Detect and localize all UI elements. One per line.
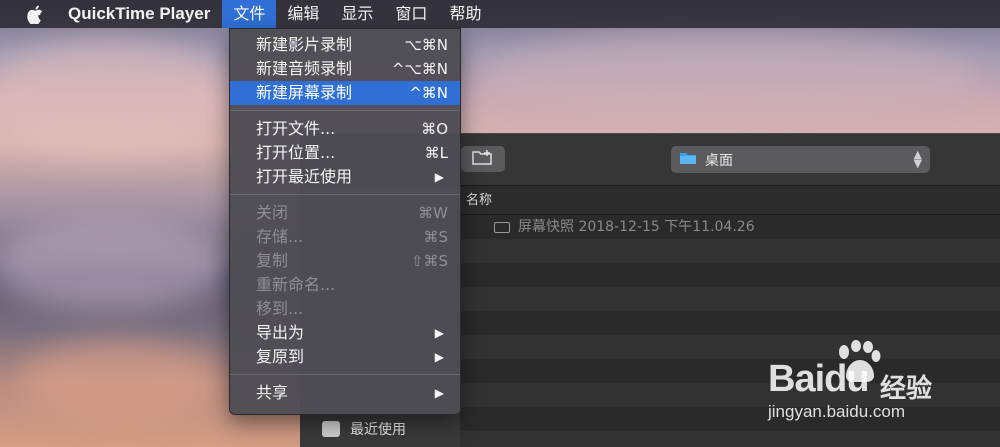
menu-item-new-audio-recording[interactable]: 新建音频录制 ^⌥⌘N	[230, 57, 460, 81]
shortcut: ⌘W	[418, 204, 448, 222]
app-name-menu[interactable]: QuickTime Player	[68, 4, 210, 24]
menu-item-save[interactable]: 存储... ⌘S	[230, 225, 460, 249]
watermark-logo: Baidu	[768, 358, 870, 400]
shortcut: ⌘S	[423, 228, 448, 246]
shortcut: ⇧⌘S	[410, 252, 448, 270]
menu-item-new-screen-recording[interactable]: 新建屏幕录制 ^⌘N	[230, 81, 460, 105]
location-label: 桌面	[705, 152, 733, 169]
menu-item-label: 移到...	[256, 299, 304, 318]
submenu-arrow-icon: ▶	[434, 386, 444, 400]
baidu-jingyan-watermark: Baidu 经验 jingyan.baidu.com	[760, 340, 1000, 440]
menu-item-label: 复原到	[256, 347, 305, 366]
menu-item-label: 共享	[256, 383, 289, 402]
empty-row	[460, 263, 1000, 287]
folder-icon	[679, 151, 697, 169]
menu-item-label: 打开文件...	[256, 119, 336, 138]
menu-window[interactable]: 窗口	[384, 0, 438, 28]
menu-file[interactable]: 文件	[222, 0, 277, 28]
sidebar-item-recent[interactable]: 最近使用	[322, 419, 406, 439]
menu-item-open-recent[interactable]: 打开最近使用 ▶	[230, 165, 460, 189]
menu-item-open-file[interactable]: 打开文件... ⌘O	[230, 117, 460, 141]
shortcut: ⌥⌘N	[404, 36, 448, 54]
menu-item-export-as[interactable]: 导出为 ▶	[230, 321, 460, 345]
sidebar-item-label: 最近使用	[350, 422, 406, 438]
menu-item-label: 新建屏幕录制	[256, 83, 353, 102]
menu-edit[interactable]: 编辑	[276, 0, 330, 28]
wallpaper-cloud	[480, 30, 980, 130]
menu-item-new-movie-recording[interactable]: 新建影片录制 ⌥⌘N	[230, 33, 460, 57]
menu-item-label: 关闭	[256, 203, 289, 222]
menu-item-share[interactable]: 共享 ▶	[230, 381, 460, 405]
submenu-arrow-icon: ▶	[434, 350, 444, 364]
wallpaper-cloud	[0, 40, 240, 160]
screenshot-file-icon	[494, 221, 510, 233]
submenu-arrow-icon: ▶	[434, 170, 444, 184]
recent-icon	[322, 421, 340, 437]
empty-row	[460, 287, 1000, 311]
file-row[interactable]: 屏幕快照 2018-12-15 下午11.04.26	[460, 215, 1000, 239]
menu-item-label: 导出为	[256, 323, 305, 342]
menu-item-revert-to[interactable]: 复原到 ▶	[230, 345, 460, 369]
menu-separator	[230, 374, 460, 375]
wallpaper-cloud	[0, 220, 230, 310]
column-header-name[interactable]: 名称	[460, 187, 1000, 215]
file-dropdown-menu: 新建影片录制 ⌥⌘N 新建音频录制 ^⌥⌘N 新建屏幕录制 ^⌘N 打开文件..…	[229, 28, 461, 415]
wallpaper-cloud	[20, 340, 220, 420]
menu-help[interactable]: 帮助	[438, 0, 492, 28]
menu-separator	[230, 194, 460, 195]
location-select[interactable]: 桌面 ▲ ▼	[671, 146, 930, 173]
shortcut: ⌘O	[421, 120, 448, 138]
empty-row	[460, 311, 1000, 335]
menu-item-label: 新建音频录制	[256, 59, 353, 78]
menu-item-move-to[interactable]: 移到...	[230, 297, 460, 321]
new-folder-icon	[472, 149, 494, 169]
shortcut: ^⌥⌘N	[391, 60, 448, 78]
menu-item-label: 打开最近使用	[256, 167, 353, 186]
menu-item-rename[interactable]: 重新命名...	[230, 273, 460, 297]
menu-item-label: 存储...	[256, 227, 304, 246]
apple-menu-icon[interactable]	[18, 5, 52, 24]
menu-item-label: 打开位置...	[256, 143, 336, 162]
menu-item-open-location[interactable]: 打开位置... ⌘L	[230, 141, 460, 165]
shortcut: ^⌘N	[409, 84, 448, 102]
menu-separator	[230, 110, 460, 111]
menu-bar: QuickTime Player 文件 编辑 显示 窗口 帮助	[0, 0, 1000, 28]
chevron-updown-icon: ▲ ▼	[913, 148, 922, 170]
submenu-arrow-icon: ▶	[434, 326, 444, 340]
watermark-cn: 经验	[880, 374, 933, 404]
menu-view[interactable]: 显示	[330, 0, 384, 28]
menu-item-label: 新建影片录制	[256, 35, 353, 54]
watermark-url: jingyan.baidu.com	[768, 402, 906, 421]
menu-item-close[interactable]: 关闭 ⌘W	[230, 201, 460, 225]
empty-row	[460, 239, 1000, 263]
menu-item-duplicate[interactable]: 复制 ⇧⌘S	[230, 249, 460, 273]
menu-item-label: 重新命名...	[256, 275, 336, 294]
new-folder-button[interactable]	[461, 146, 505, 172]
menu-item-label: 复制	[256, 251, 289, 270]
file-name: 屏幕快照 2018-12-15 下午11.04.26	[518, 219, 755, 235]
shortcut: ⌘L	[424, 144, 448, 162]
